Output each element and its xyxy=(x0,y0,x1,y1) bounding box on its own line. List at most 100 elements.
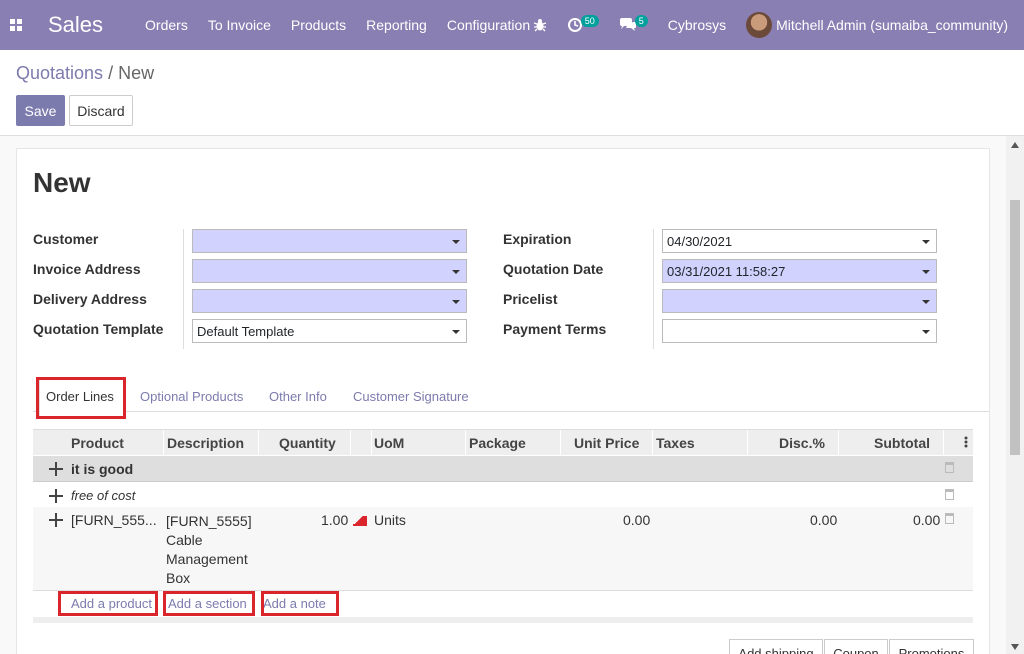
quotation-date-field[interactable]: 03/31/2021 11:58:27 xyxy=(662,259,937,283)
label-separator-left xyxy=(183,229,184,349)
note-text[interactable]: free of cost xyxy=(71,488,135,503)
order-lines-header: Product Description Quantity UoM Package… xyxy=(33,429,973,456)
scroll-up-arrow-icon[interactable] xyxy=(1011,142,1019,148)
discard-button[interactable]: Discard xyxy=(69,95,133,126)
tabs-divider xyxy=(33,411,989,412)
save-button[interactable]: Save xyxy=(16,95,65,126)
form-title: New xyxy=(33,167,91,198)
activity-clock-icon[interactable]: 50 xyxy=(567,15,599,33)
tab-customer-signature[interactable]: Customer Signature xyxy=(353,389,469,404)
drag-handle-icon[interactable] xyxy=(49,462,63,476)
line-unit-price[interactable]: 0.00 xyxy=(623,512,650,528)
column-divider xyxy=(560,430,561,456)
form-view: New Customer Invoice Address Delivery Ad… xyxy=(0,136,1006,654)
line-product[interactable]: [FURN_555... xyxy=(71,512,157,528)
menu-orders[interactable]: Orders xyxy=(145,17,188,33)
col-discount[interactable]: Disc.% xyxy=(779,435,825,451)
quotation-date-label: Quotation Date xyxy=(503,261,604,277)
menu-reporting[interactable]: Reporting xyxy=(366,17,427,33)
customer-label: Customer xyxy=(33,231,99,247)
user-name: Mitchell Admin (sumaiba_community) xyxy=(776,17,1008,33)
col-description[interactable]: Description xyxy=(167,435,244,451)
col-product[interactable]: Product xyxy=(71,435,124,451)
col-unit-price[interactable]: Unit Price xyxy=(574,435,639,451)
chevron-down-icon xyxy=(452,240,460,244)
trash-icon[interactable] xyxy=(945,462,954,473)
menu-products[interactable]: Products xyxy=(291,17,346,33)
breadcrumb-current: New xyxy=(118,63,155,83)
optional-columns-icon[interactable] xyxy=(964,435,968,451)
drag-handle-icon[interactable] xyxy=(49,489,63,503)
trash-icon[interactable] xyxy=(945,489,954,500)
highlight-add-product xyxy=(58,591,158,616)
section-name[interactable]: it is good xyxy=(71,461,133,477)
menu-configuration[interactable]: Configuration xyxy=(447,17,530,33)
menu-to-invoice[interactable]: To Invoice xyxy=(208,17,271,33)
user-avatar xyxy=(746,12,773,38)
line-subtotal: 0.00 xyxy=(913,512,941,528)
chevron-down-icon xyxy=(922,240,930,244)
quotation-template-label: Quotation Template xyxy=(33,321,164,337)
col-subtotal[interactable]: Subtotal xyxy=(874,435,930,451)
column-divider xyxy=(465,430,466,456)
col-uom[interactable]: UoM xyxy=(374,435,404,451)
trash-icon[interactable] xyxy=(945,513,954,524)
tab-other-info[interactable]: Other Info xyxy=(269,389,327,404)
column-divider xyxy=(652,430,653,456)
promotions-button[interactable]: Promotions xyxy=(889,639,974,654)
vertical-scrollbar[interactable] xyxy=(1006,136,1024,654)
line-uom[interactable]: Units xyxy=(374,512,406,528)
col-taxes[interactable]: Taxes xyxy=(656,435,695,451)
breadcrumb: Quotations / New xyxy=(16,63,154,84)
table-row-note[interactable]: free of cost xyxy=(33,483,973,509)
line-discount[interactable]: 0.00 xyxy=(810,512,837,528)
breadcrumb-parent[interactable]: Quotations xyxy=(16,63,103,83)
column-divider xyxy=(838,430,839,456)
messaging-chat-icon[interactable]: 5 xyxy=(619,15,648,32)
scrollbar-thumb[interactable] xyxy=(1010,200,1020,455)
forecast-chart-icon[interactable] xyxy=(353,516,367,526)
description-line: Cable xyxy=(166,532,203,548)
app-brand[interactable]: Sales xyxy=(48,12,103,38)
description-line: Box xyxy=(166,570,191,586)
activity-count-badge: 50 xyxy=(580,15,599,27)
table-row-product[interactable]: [FURN_555... [FURN_5555] Cable Managemen… xyxy=(33,507,973,591)
label-separator-right xyxy=(653,229,654,349)
delivery-address-field[interactable] xyxy=(192,289,467,313)
invoice-address-label: Invoice Address xyxy=(33,261,141,277)
description-line: [FURN_5555] xyxy=(166,513,252,529)
table-footer xyxy=(33,617,973,623)
add-shipping-button[interactable]: Add shipping xyxy=(729,639,823,654)
column-divider xyxy=(747,430,748,456)
description-line: Management xyxy=(166,551,248,567)
table-row-section[interactable]: it is good xyxy=(33,456,973,482)
column-divider xyxy=(371,430,372,456)
customer-field[interactable] xyxy=(192,229,467,253)
scroll-down-arrow-icon[interactable] xyxy=(1011,644,1019,650)
coupon-button[interactable]: Coupon xyxy=(824,639,888,654)
invoice-address-field[interactable] xyxy=(192,259,467,283)
debug-bug-icon[interactable] xyxy=(533,18,547,32)
quotation-template-field[interactable]: Default Template xyxy=(192,319,467,343)
highlight-add-section xyxy=(163,591,255,616)
pricelist-field[interactable] xyxy=(662,289,937,313)
company-switcher[interactable]: Cybrosys xyxy=(668,17,726,33)
line-description[interactable]: [FURN_5555] Cable Management Box xyxy=(166,512,252,588)
form-sheet: New Customer Invoice Address Delivery Ad… xyxy=(16,148,990,654)
drag-handle-icon[interactable] xyxy=(49,513,63,527)
messages-count-badge: 5 xyxy=(634,15,648,27)
expiration-label: Expiration xyxy=(503,231,572,247)
column-divider xyxy=(943,430,944,456)
chevron-down-icon xyxy=(922,330,930,334)
apps-menu-icon[interactable] xyxy=(0,0,32,50)
line-quantity[interactable]: 1.00 xyxy=(321,512,348,528)
expiration-field[interactable]: 04/30/2021 xyxy=(662,229,937,253)
chevron-down-icon xyxy=(452,300,460,304)
breadcrumb-separator: / xyxy=(108,63,114,83)
tab-optional-products[interactable]: Optional Products xyxy=(140,389,243,404)
col-package[interactable]: Package xyxy=(469,435,526,451)
payment-terms-field[interactable] xyxy=(662,319,937,343)
user-menu[interactable]: Mitchell Admin (sumaiba_community) xyxy=(746,12,1008,38)
col-quantity[interactable]: Quantity xyxy=(279,435,336,451)
chevron-down-icon xyxy=(452,330,460,334)
